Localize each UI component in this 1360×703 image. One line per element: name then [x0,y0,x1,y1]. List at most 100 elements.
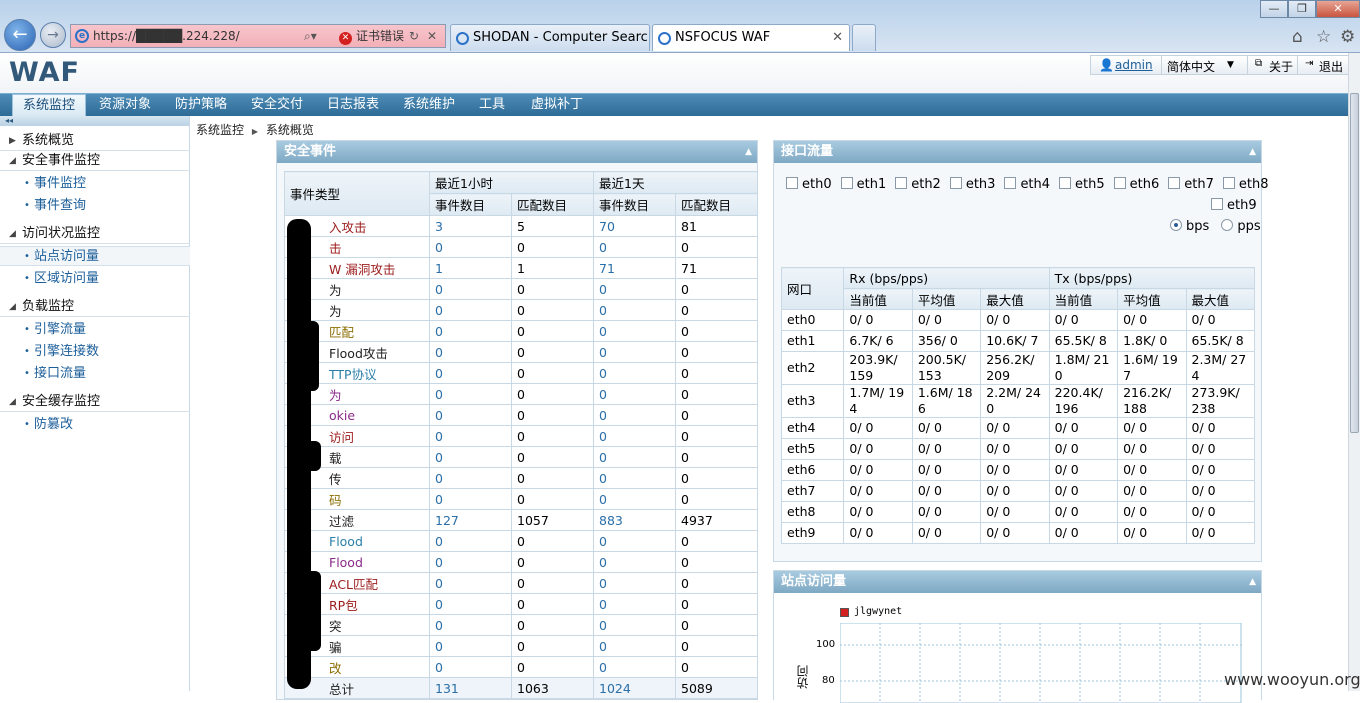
event-count-cell[interactable]: 0 [593,530,676,552]
chevron-down-icon[interactable]: ▼ [1227,60,1234,70]
sidebar-group-load-monitor[interactable]: ◢ 负载监控 [0,297,190,317]
event-count-cell[interactable]: 0 [429,446,512,468]
checkbox-control[interactable] [1168,177,1181,189]
checkbox-eth8[interactable]: eth8 [1222,177,1268,192]
gear-icon[interactable]: ⚙ [1340,27,1355,47]
event-count-cell[interactable]: 0 [593,236,676,258]
favorites-icon[interactable]: ☆ [1316,27,1331,47]
event-count-cell[interactable]: 0 [593,446,676,468]
pps-radio[interactable]: pps [1221,219,1261,234]
event-count-cell[interactable]: 0 [593,467,676,489]
sidebar-item-engine-connections[interactable]: 引擎连接数 [24,342,99,362]
event-count-cell[interactable]: 0 [429,299,512,321]
event-count-cell[interactable]: 0 [593,635,676,657]
checkbox-control[interactable] [1004,177,1017,189]
event-count-cell[interactable]: 0 [429,635,512,657]
stop-icon[interactable]: ✕ [427,25,437,47]
event-count-cell[interactable]: 0 [429,404,512,426]
event-count-cell[interactable]: 131 [429,677,512,699]
menu-log-reports[interactable]: 日志报表 [316,94,390,116]
event-count-cell[interactable]: 0 [593,383,676,405]
checkbox-eth1[interactable]: eth1 [840,177,886,192]
event-count-cell[interactable]: 0 [593,488,676,510]
refresh-icon[interactable]: ↻ [409,25,419,47]
address-bar[interactable]: e https://█████.224.228/ ⌕▾ ✕ 证书错误 ↻ ✕ [70,24,446,48]
collapse-sidebar-icon[interactable]: ◂◂ [0,116,189,126]
event-count-cell[interactable]: 0 [593,404,676,426]
checkbox-control[interactable] [895,177,908,189]
breadcrumb-root[interactable]: 系统监控 [196,123,244,137]
event-count-cell[interactable]: 0 [429,656,512,678]
sidebar-item-event-query[interactable]: 事件查询 [24,196,86,216]
sidebar-item-site-visits[interactable]: 站点访问量 [0,246,190,267]
scrollbar-thumb[interactable] [1350,93,1359,433]
new-tab-button[interactable] [852,24,876,51]
event-count-cell[interactable]: 0 [429,488,512,510]
search-icon[interactable]: ⌕▾ [304,25,317,47]
checkbox-control[interactable] [1222,177,1235,189]
home-icon[interactable]: ⌂ [1292,27,1303,47]
sidebar-item-engine-traffic[interactable]: 引擎流量 [24,320,86,340]
event-count-cell[interactable]: 0 [429,278,512,300]
event-count-cell[interactable]: 0 [429,572,512,594]
forward-icon[interactable]: → [40,22,66,48]
menu-protection-policy[interactable]: 防护策略 [164,94,238,116]
event-count-cell[interactable]: 0 [429,614,512,636]
sidebar-item-event-monitor[interactable]: 事件监控 [24,174,86,194]
event-count-cell[interactable]: 3 [429,215,512,237]
sidebar-item-anti-tamper[interactable]: 防篡改 [24,415,73,435]
event-count-cell[interactable]: 0 [429,236,512,258]
checkbox-control[interactable] [840,177,853,189]
event-count-cell[interactable]: 0 [593,551,676,573]
menu-secure-delivery[interactable]: 安全交付 [240,94,314,116]
event-count-cell[interactable]: 0 [593,572,676,594]
checkbox-eth5[interactable]: eth5 [1059,177,1105,192]
event-count-cell[interactable]: 0 [593,320,676,342]
checkbox-eth6[interactable]: eth6 [1113,177,1159,192]
event-count-cell[interactable]: 0 [429,593,512,615]
tab-nsfocus[interactable]: NSFOCUS WAF ✕ [652,24,850,51]
event-count-cell[interactable]: 0 [429,551,512,573]
event-count-cell[interactable]: 0 [593,341,676,363]
menu-system-monitor[interactable]: 系统监控 [12,94,86,116]
event-count-cell[interactable]: 0 [429,320,512,342]
event-count-cell[interactable]: 0 [429,425,512,447]
checkbox-control[interactable] [786,177,798,189]
checkbox-eth4[interactable]: eth4 [1004,177,1050,192]
radio-control[interactable] [1170,219,1182,231]
sidebar-group-access-monitor[interactable]: ◢ 访问状况监控 [0,224,190,244]
checkbox-eth0[interactable]: eth0 [786,177,832,192]
event-count-cell[interactable]: 0 [429,383,512,405]
event-count-cell[interactable]: 0 [593,425,676,447]
checkbox-eth3[interactable]: eth3 [949,177,995,192]
event-count-cell[interactable]: 883 [593,509,676,531]
about-link[interactable]: 关于 [1269,58,1293,75]
page-scrollbar[interactable] [1348,53,1360,691]
event-count-cell[interactable]: 0 [429,467,512,489]
close-tab-icon[interactable]: ✕ [832,25,843,51]
sort-toggle-icon[interactable]: ▲ [1249,141,1256,163]
sidebar-group-cache-monitor[interactable]: ◢ 安全缓存监控 [0,392,190,412]
close-window-button[interactable]: ✕ [1316,0,1360,18]
sidebar-item-region-visits[interactable]: 区域访问量 [24,269,99,289]
tab-shodan[interactable]: SHODAN - Computer Searc... [450,24,650,51]
event-count-cell[interactable]: 0 [429,362,512,384]
sort-toggle-icon[interactable]: ▲ [1249,571,1256,593]
language-select[interactable]: 简体中文 [1167,58,1215,75]
checkbox-control[interactable] [1113,177,1126,189]
user-link[interactable]: admin [1115,58,1153,72]
checkbox-control[interactable] [1211,198,1223,210]
radio-control[interactable] [1221,219,1234,231]
event-count-cell[interactable]: 0 [429,341,512,363]
event-count-cell[interactable]: 0 [429,530,512,552]
menu-resources[interactable]: 资源对象 [88,94,162,116]
menu-virtual-patch[interactable]: 虚拟补丁 [520,94,594,116]
event-count-cell[interactable]: 0 [593,593,676,615]
maximize-button[interactable]: ❐ [1288,0,1316,18]
checkbox-eth9[interactable]: eth9 [1211,198,1257,213]
event-count-cell[interactable]: 0 [593,278,676,300]
checkbox-control[interactable] [1059,177,1072,189]
event-count-cell[interactable]: 1 [429,257,512,279]
menu-maintenance[interactable]: 系统维护 [392,94,466,116]
sort-toggle-icon[interactable]: ▲ [745,141,752,163]
